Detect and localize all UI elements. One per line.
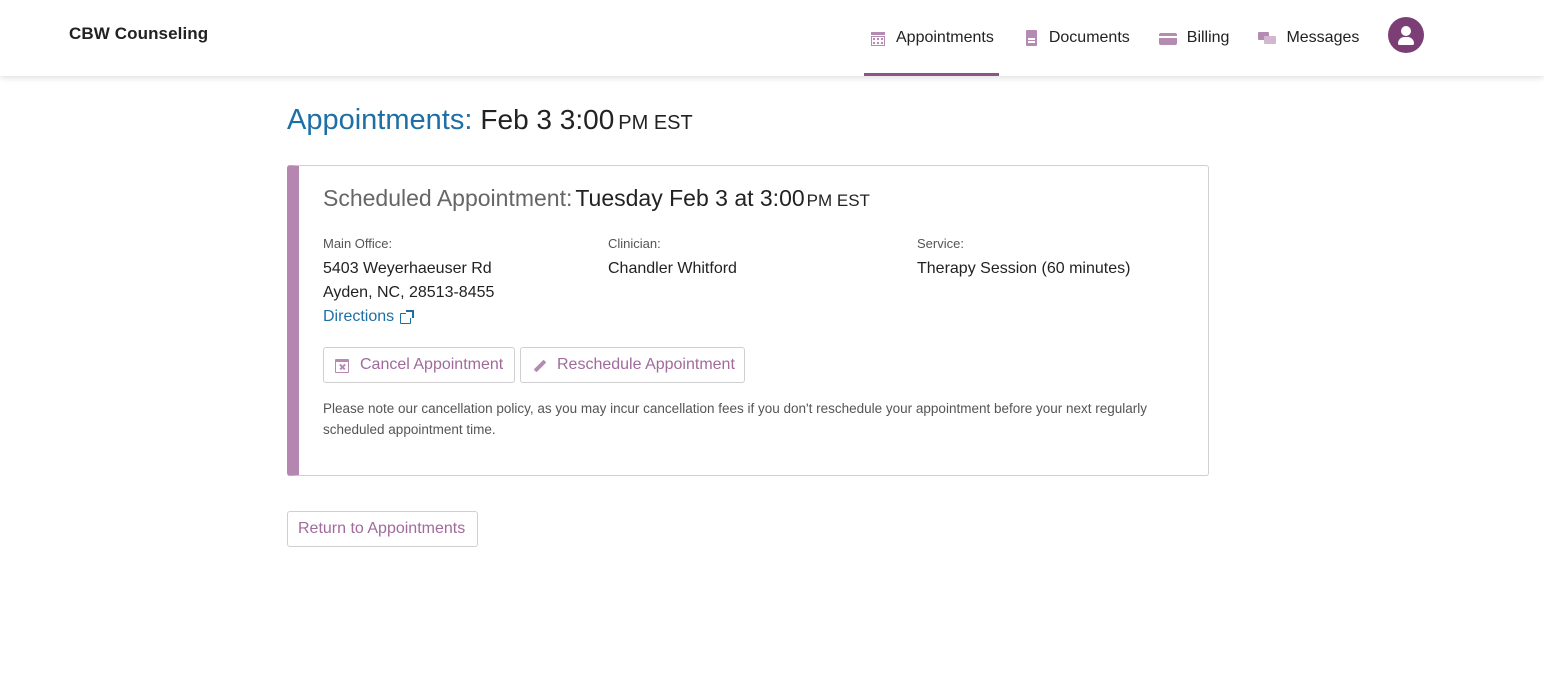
main-nav: Appointments Documents Billing Messages [864, 0, 1382, 76]
nav-messages[interactable]: Messages [1252, 0, 1364, 76]
nav-billing[interactable]: Billing [1153, 0, 1235, 76]
office-address-line1: 5403 Weyerhaeuser Rd [323, 260, 492, 277]
clinician-column: Clinician: Chandler Whitford [608, 236, 737, 281]
cancel-appointment-label: Cancel Appointment [360, 356, 504, 373]
user-avatar[interactable] [1388, 17, 1424, 53]
directions-link[interactable]: Directions [323, 305, 494, 329]
calendar-x-icon [334, 357, 350, 373]
external-link-icon [400, 310, 415, 324]
appointment-heading-value: Tuesday Feb 3 at 3:00 [575, 185, 805, 211]
calendar-icon [870, 30, 886, 46]
office-address-line2: Ayden, NC, 28513-8455 [323, 284, 495, 301]
page-title-date: Feb 3 3:00 [480, 104, 615, 135]
user-icon [1401, 26, 1411, 36]
page-title: Appointments: Feb 3 3:00 PM EST [287, 104, 693, 137]
pencil-icon [531, 357, 547, 373]
document-icon [1023, 30, 1039, 46]
user-icon-body [1398, 37, 1414, 45]
service-name: Therapy Session (60 minutes) [917, 260, 1131, 277]
reschedule-appointment-button[interactable]: Reschedule Appointment [520, 347, 745, 383]
appointment-heading: Scheduled Appointment: Tuesday Feb 3 at 3… [323, 185, 870, 212]
cancel-appointment-button[interactable]: Cancel Appointment [323, 347, 515, 383]
directions-label: Directions [323, 308, 395, 325]
messages-icon [1258, 30, 1277, 46]
office-column: Main Office: 5403 Weyerhaeuser Rd Ayden,… [323, 236, 494, 329]
nav-appointments[interactable]: Appointments [864, 0, 999, 76]
nav-billing-label: Billing [1186, 29, 1230, 46]
service-column: Service: Therapy Session (60 minutes) [917, 236, 1130, 281]
office-label: Main Office: [323, 236, 393, 251]
appointment-card: Scheduled Appointment: Tuesday Feb 3 at 3… [287, 165, 1209, 476]
brand-logo[interactable]: CBW Counseling [69, 24, 208, 44]
nav-appointments-label: Appointments [896, 29, 994, 46]
service-label: Service: [917, 236, 964, 251]
cancellation-policy-note: Please note our cancellation policy, as … [323, 401, 1148, 437]
page-title-label: Appointments: [287, 104, 473, 136]
nav-documents-label: Documents [1048, 29, 1130, 46]
return-to-appointments-button[interactable]: Return to Appointments [287, 511, 478, 547]
appointment-heading-ampm: PM EST [806, 191, 870, 210]
credit-card-icon [1158, 30, 1177, 46]
clinician-name: Chandler Whitford [608, 260, 737, 277]
reschedule-appointment-label: Reschedule Appointment [557, 356, 735, 373]
appointment-heading-label: Scheduled Appointment: [323, 185, 573, 211]
clinician-label: Clinician: [608, 236, 661, 251]
page-title-ampm: PM EST [618, 112, 693, 134]
nav-messages-label: Messages [1286, 29, 1360, 46]
nav-documents[interactable]: Documents [1017, 0, 1135, 76]
top-header: CBW Counseling Appointments Documents Bi… [0, 0, 1544, 76]
return-to-appointments-label: Return to Appointments [298, 520, 466, 537]
